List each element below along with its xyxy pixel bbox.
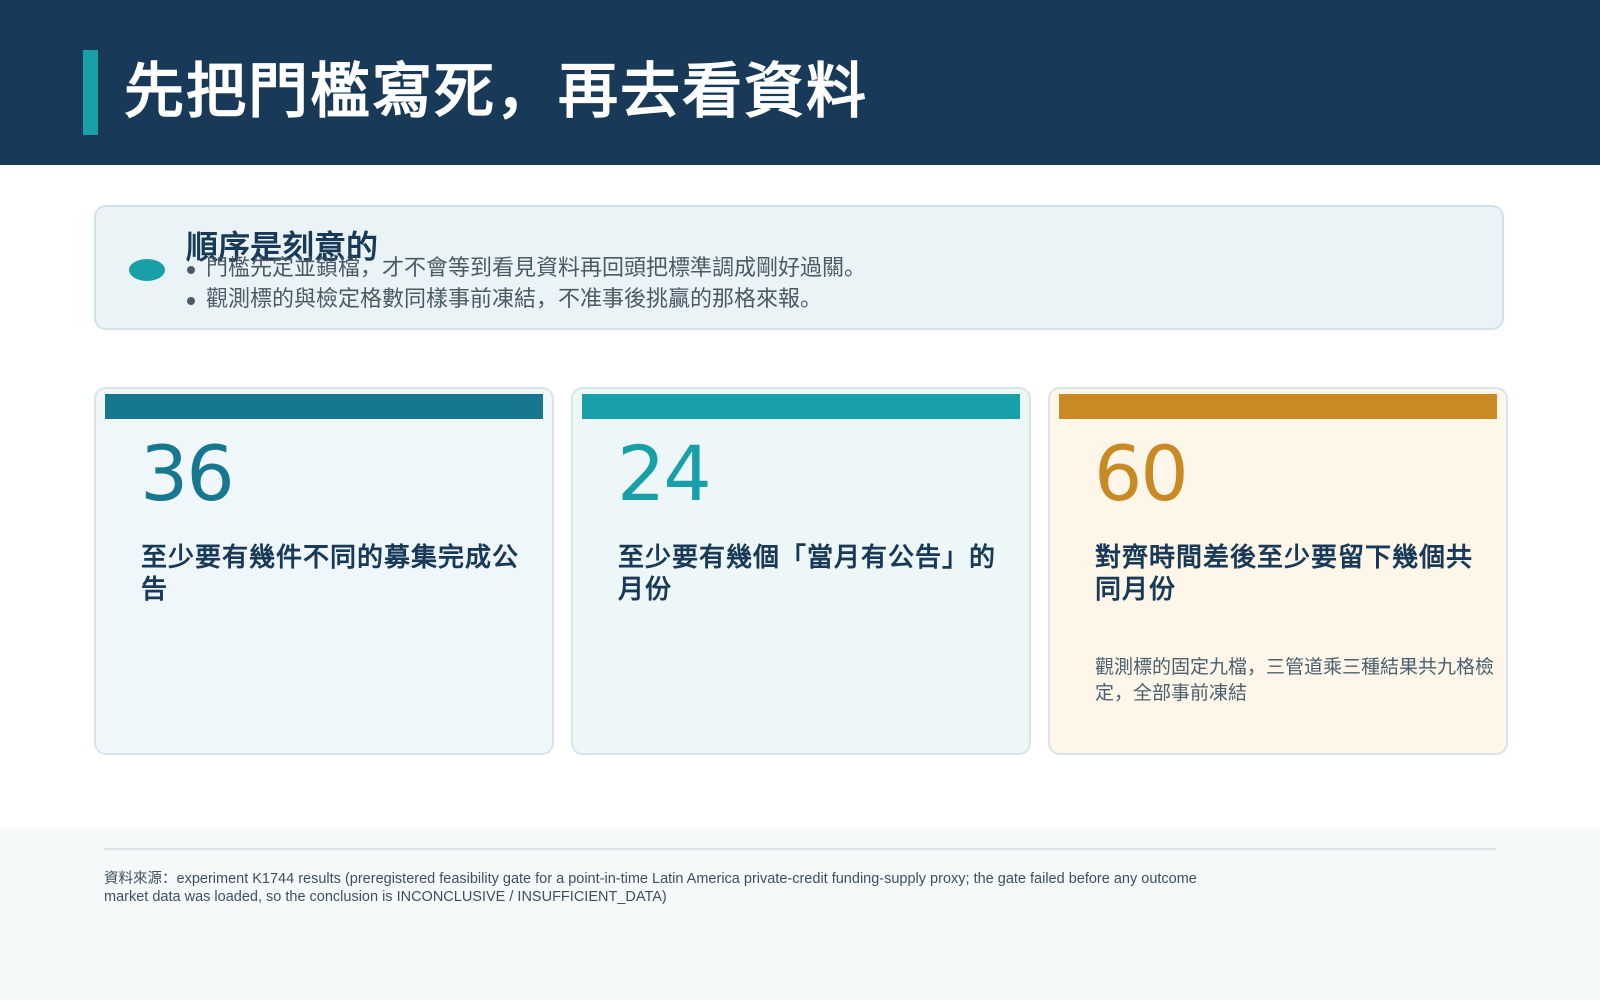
footer-divider — [104, 848, 1496, 850]
stat-number: 24 — [617, 429, 712, 518]
card-accent-bar — [1059, 394, 1497, 419]
stat-number: 36 — [140, 429, 235, 518]
callout-dot-icon — [129, 259, 165, 281]
callout-bullet: 門檻先定並鎖檔，才不會等到看見資料再回頭把標準調成剛好過關。 — [186, 253, 866, 284]
header-banner: 先把門檻寫死，再去看資料 — [0, 0, 1600, 165]
title-accent-bar — [83, 50, 98, 135]
stat-label: 至少要有幾個「當月有公告」的月份 — [618, 543, 997, 605]
stat-label: 對齊時間差後至少要留下幾個共同月份 — [1095, 543, 1474, 605]
stat-card-common-months: 60 對齊時間差後至少要留下幾個共同月份 觀測標的固定九檔，三管道乘三種結果共九… — [1048, 387, 1508, 755]
callout-panel: 順序是刻意的 門檻先定並鎖檔，才不會等到看見資料再回頭把標準調成剛好過關。 觀測… — [94, 205, 1504, 330]
stat-card-months: 24 至少要有幾個「當月有公告」的月份 — [571, 387, 1031, 755]
stat-label: 至少要有幾件不同的募集完成公告 — [141, 543, 520, 605]
stat-note: 觀測標的固定九檔，三管道乘三種結果共九格檢定，全部事前凍結 — [1095, 656, 1495, 704]
stat-card-announcements: 36 至少要有幾件不同的募集完成公告 — [94, 387, 554, 755]
stat-number: 60 — [1094, 429, 1189, 518]
footer: 資料來源：experiment K1744 results (preregist… — [0, 828, 1600, 1000]
source-note: 資料來源：experiment K1744 results (preregist… — [104, 871, 1197, 905]
callout-list: 門檻先定並鎖檔，才不會等到看見資料再回頭把標準調成剛好過關。 觀測標的與檢定格數… — [186, 253, 866, 315]
card-accent-bar — [582, 394, 1020, 419]
callout-bullet: 觀測標的與檢定格數同樣事前凍結，不准事後挑贏的那格來報。 — [186, 284, 866, 315]
page-title: 先把門檻寫死，再去看資料 — [124, 57, 868, 127]
card-accent-bar — [105, 394, 543, 419]
